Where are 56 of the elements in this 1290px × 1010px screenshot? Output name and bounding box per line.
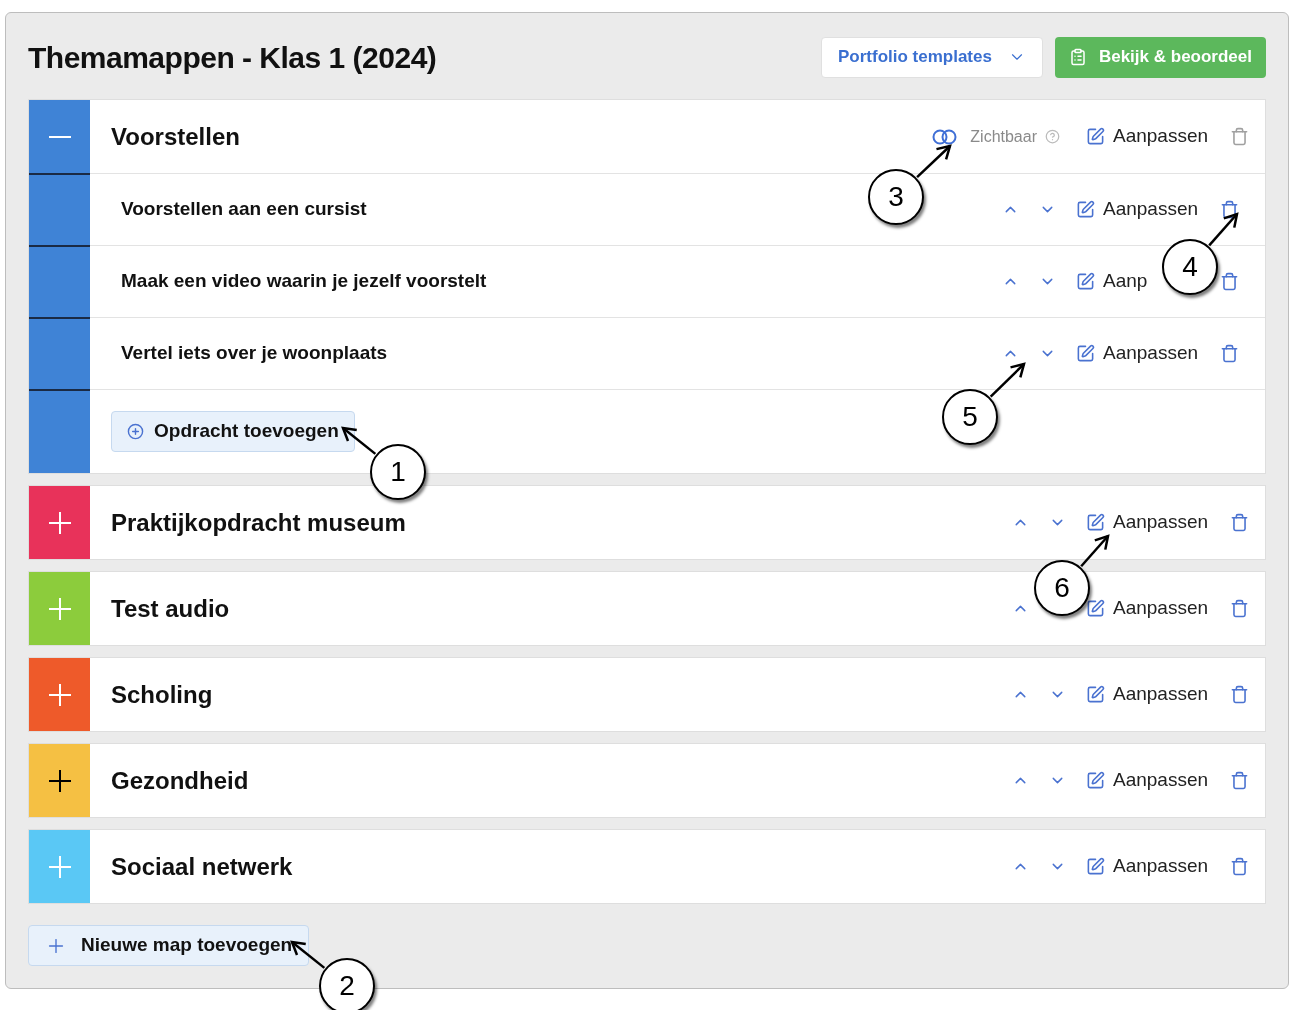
folder-title: Sociaal netwerk xyxy=(111,851,293,882)
pointer-arrow xyxy=(341,426,377,455)
templates-dropdown[interactable]: Portfolio templates xyxy=(820,36,1043,78)
folder-title: Praktijkopdracht museum xyxy=(111,507,406,538)
visibility-label: Zichtbaar xyxy=(970,126,1037,147)
assignment-title: Vertel iets over je woonplaats xyxy=(121,341,388,366)
edit-icon xyxy=(1086,599,1105,618)
edit-button[interactable]: Aanpassen xyxy=(1086,508,1209,537)
edit-button[interactable]: Aanpassen xyxy=(1076,195,1199,224)
edit-icon xyxy=(1086,857,1105,876)
pointer-arrow xyxy=(989,362,1026,398)
folder-title: Scholing xyxy=(111,679,213,710)
plus-icon xyxy=(48,511,71,534)
color-strip xyxy=(29,245,90,317)
folder-toggle[interactable] xyxy=(29,100,90,173)
clipboard-icon xyxy=(1068,48,1087,66)
folder-toggle[interactable] xyxy=(29,572,90,645)
folder-toggle[interactable] xyxy=(29,658,90,731)
edit-icon xyxy=(1086,127,1105,146)
folder-toggle[interactable] xyxy=(29,486,90,559)
edit-icon xyxy=(1076,344,1095,363)
folder-title: Gezondheid xyxy=(111,765,249,796)
edit-button[interactable]: Aanp xyxy=(1076,267,1148,296)
folder-title: Test audio xyxy=(111,593,230,624)
page-title: Themamappen - Klas 1 (2024) xyxy=(28,39,437,76)
edit-button[interactable]: Aanpassen xyxy=(1086,680,1209,709)
new-folder-button[interactable]: Nieuwe map toevoegen xyxy=(28,925,310,966)
folder-title: Voorstellen xyxy=(111,121,240,152)
plus-icon xyxy=(48,683,71,706)
edit-icon xyxy=(1076,272,1095,291)
plus-icon xyxy=(48,597,71,620)
folder-toggle[interactable] xyxy=(29,744,90,817)
assignment-title: Voorstellen aan een cursist xyxy=(121,197,367,222)
edit-button[interactable]: Aanpassen xyxy=(1076,339,1199,368)
pointer-arrow xyxy=(1208,212,1239,247)
pointer-arrow xyxy=(916,144,952,178)
folder-toggle[interactable] xyxy=(29,830,90,903)
pointer-arrow xyxy=(1080,534,1110,568)
plus-icon xyxy=(48,769,71,792)
edit-button[interactable]: Aanpassen xyxy=(1086,122,1209,151)
color-strip xyxy=(29,173,90,245)
toggle-icon[interactable] xyxy=(932,128,959,145)
add-assignment-button[interactable]: Opdracht toevoegen xyxy=(111,411,355,452)
edit-button[interactable]: Aanpassen xyxy=(1086,766,1209,795)
assignment-title: Maak een video waarin je jezelf voorstelt xyxy=(121,269,487,294)
edit-icon xyxy=(1086,771,1105,790)
color-strip xyxy=(29,317,90,389)
minus-icon xyxy=(48,135,71,138)
edit-icon xyxy=(1076,200,1095,219)
pointer-arrow xyxy=(290,940,326,969)
edit-icon xyxy=(1086,685,1105,704)
edit-icon xyxy=(1086,513,1105,532)
trash-icon[interactable] xyxy=(1220,200,1239,219)
plus-icon xyxy=(48,855,71,878)
edit-button[interactable]: Aanpassen xyxy=(1086,852,1209,881)
plus-circle-icon xyxy=(127,423,144,440)
